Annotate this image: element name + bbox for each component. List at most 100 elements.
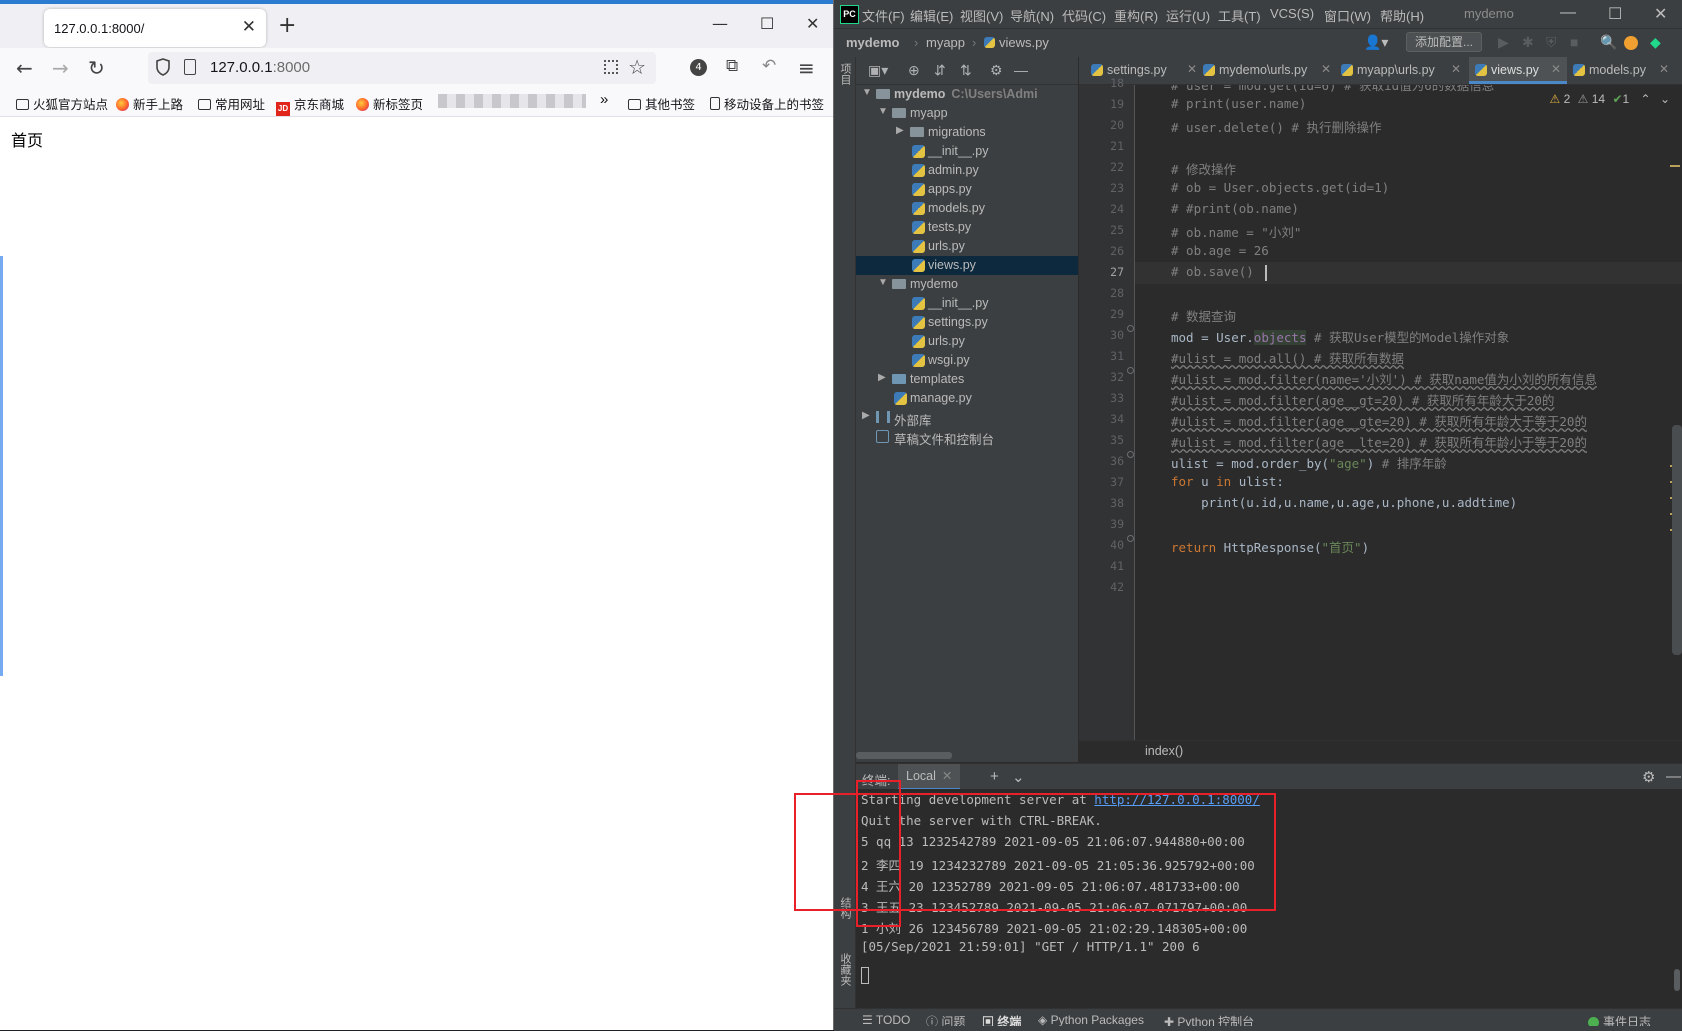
vertical-scrollbar[interactable] xyxy=(1672,425,1682,655)
terminal-scrollbar[interactable] xyxy=(1674,969,1680,991)
forward-icon[interactable]: → xyxy=(52,56,69,80)
chevron-down-icon[interactable]: ⌄ xyxy=(1012,768,1025,786)
bookmark-item[interactable]: 火狐官方站点 xyxy=(16,94,108,113)
close-tab-icon[interactable]: ✕ xyxy=(1659,62,1669,76)
url-bar[interactable]: 127.0.0.1:8000 ☆ xyxy=(148,52,656,84)
menu-window[interactable]: 窗口(W) xyxy=(1324,6,1371,25)
run-icon[interactable]: ▶ xyxy=(1498,34,1509,51)
nav-crumb-folder[interactable]: myapp xyxy=(926,35,965,50)
browser-tab[interactable]: 127.0.0.1:8000/ ✕ xyxy=(44,9,266,47)
maximize-icon[interactable]: ☐ xyxy=(760,14,774,33)
tool-project[interactable]: 项目 xyxy=(837,63,853,85)
gear-icon[interactable]: ⚙ xyxy=(990,62,1003,79)
fold-marker-icon[interactable] xyxy=(1127,451,1134,458)
tree-item-file[interactable]: tests.py xyxy=(856,218,1078,237)
menu-refactor[interactable]: 重构(R) xyxy=(1114,6,1158,25)
menu-icon[interactable]: ≡ xyxy=(798,56,815,80)
bookmark-item[interactable]: 新标签页 xyxy=(356,94,423,113)
bookmark-item[interactable]: 其他书签 xyxy=(628,94,695,113)
close-tab-icon[interactable]: ✕ xyxy=(1551,62,1561,76)
hide-panel-icon[interactable]: — xyxy=(1666,768,1681,785)
tree-item-file[interactable]: apps.py xyxy=(856,180,1078,199)
tree-item-scratches[interactable]: 草稿文件和控制台 xyxy=(856,427,1078,447)
tab-models[interactable]: models.py ✕ xyxy=(1573,57,1673,84)
blurred-bookmark[interactable] xyxy=(438,94,586,108)
close-tab-icon[interactable]: ✕ xyxy=(1321,62,1331,76)
tree-item-file[interactable]: urls.py xyxy=(856,332,1078,351)
nav-crumb-project[interactable]: mydemo xyxy=(846,35,899,50)
tool-python-packages[interactable]: ◈ Python Packages xyxy=(1038,1013,1144,1027)
close-window-icon[interactable]: ✕ xyxy=(806,14,819,33)
new-tab-icon[interactable]: + xyxy=(278,13,296,38)
tree-item-file[interactable]: settings.py xyxy=(856,313,1078,332)
tool-favorites[interactable]: 收藏夹 xyxy=(837,953,853,986)
url-text[interactable]: 127.0.0.1:8000 xyxy=(210,59,310,76)
bookmark-item[interactable]: 新手上路 xyxy=(116,94,183,113)
debug-icon[interactable]: ✱ xyxy=(1522,34,1534,51)
tree-item-folder[interactable]: ▶ migrations xyxy=(856,123,1078,142)
locate-icon[interactable]: ⊕ xyxy=(908,62,920,79)
bookmark-item[interactable]: 移动设备上的书签 xyxy=(710,94,824,113)
tree-item-file[interactable]: __init__.py xyxy=(856,142,1078,161)
tree-item-folder[interactable]: ▼ mydemo xyxy=(856,275,1078,294)
menu-edit[interactable]: 编辑(E) xyxy=(910,6,953,25)
fold-marker-icon[interactable] xyxy=(1127,367,1134,374)
collapse-all-icon[interactable]: ⇅ xyxy=(960,62,972,79)
tree-item-file[interactable]: __init__.py xyxy=(856,294,1078,313)
expand-all-icon[interactable]: ⇵ xyxy=(934,62,946,79)
menu-code[interactable]: 代码(C) xyxy=(1062,6,1106,25)
nav-crumb-file[interactable]: views.py xyxy=(984,35,1049,50)
gear-icon[interactable]: ⚙ xyxy=(1642,768,1655,786)
breadcrumb-function[interactable]: index() xyxy=(1145,744,1183,758)
back-icon[interactable]: ← xyxy=(16,56,33,80)
more-bookmarks-icon[interactable]: » xyxy=(600,91,608,108)
code-editor[interactable]: # user = mod.get(id=6) # 获取id值为6的数据信息 # … xyxy=(1135,85,1682,762)
tree-item-file[interactable]: admin.py xyxy=(856,161,1078,180)
panel-view-icon[interactable]: ▣▾ xyxy=(868,62,888,79)
tree-item-folder[interactable]: ▶ templates xyxy=(856,370,1078,389)
coverage-icon[interactable]: ⛨ xyxy=(1546,34,1557,51)
search-icon[interactable]: 🔍 xyxy=(1600,34,1617,51)
menu-help[interactable]: 帮助(H) xyxy=(1380,6,1424,25)
maximize-icon[interactable]: ☐ xyxy=(1608,4,1622,24)
tool-structure[interactable]: 结构 xyxy=(837,897,853,919)
bookmark-star-icon[interactable]: ☆ xyxy=(628,55,646,79)
bookmark-item[interactable]: JD 京东商城 xyxy=(276,94,344,116)
bookmark-item[interactable]: 常用网址 xyxy=(198,94,265,113)
extension-badge-icon[interactable]: 4 xyxy=(690,59,707,76)
tree-item-file-selected[interactable]: views.py xyxy=(856,256,1078,275)
tool-todo[interactable]: ☰ TODO xyxy=(862,1013,910,1027)
terminal-tab-local[interactable]: Local ✕ xyxy=(898,764,961,790)
menu-tools[interactable]: 工具(T) xyxy=(1218,6,1261,25)
tab-views[interactable]: views.py ✕ xyxy=(1469,57,1567,84)
horizontal-scrollbar[interactable] xyxy=(856,752,952,759)
inspection-widget[interactable]: ⚠ 2 ⚠ 14 ✔1 ⌃ ⌄ xyxy=(1549,92,1670,106)
tree-item-root[interactable]: ▼ mydemo C:\Users\Admi xyxy=(856,85,1078,104)
menu-file[interactable]: 文件(F) xyxy=(862,6,905,25)
tree-item-file[interactable]: manage.py xyxy=(856,389,1078,408)
tab-mydemo-urls[interactable]: mydemo\urls.py ✕ xyxy=(1203,57,1335,84)
fold-marker-icon[interactable] xyxy=(1127,325,1134,332)
close-tab-icon[interactable]: ✕ xyxy=(942,769,952,783)
add-terminal-icon[interactable]: + xyxy=(990,768,999,785)
close-tab-icon[interactable]: ✕ xyxy=(1187,62,1197,76)
update-icon[interactable] xyxy=(1624,36,1638,50)
stop-icon[interactable]: ■ xyxy=(1570,34,1578,50)
screenshot-crop-icon[interactable]: ⧉ xyxy=(726,56,738,76)
undo-icon[interactable]: ↶ xyxy=(762,56,776,76)
user-icon[interactable]: 👤▾ xyxy=(1364,34,1388,51)
chevron-down-icon[interactable]: ⌄ xyxy=(1660,92,1670,106)
menu-run[interactable]: 运行(U) xyxy=(1166,6,1210,25)
close-tab-icon[interactable]: ✕ xyxy=(1451,62,1461,76)
close-tab-icon[interactable]: ✕ xyxy=(242,17,256,37)
tree-item-libraries[interactable]: ▶ 外部库 xyxy=(856,408,1078,428)
tree-item-file[interactable]: urls.py xyxy=(856,237,1078,256)
plugin-icon[interactable]: ◆ xyxy=(1650,34,1661,51)
chevron-up-icon[interactable]: ⌃ xyxy=(1641,92,1651,106)
shield-icon[interactable] xyxy=(156,58,170,76)
fold-marker-icon[interactable] xyxy=(1127,535,1134,542)
page-info-icon[interactable] xyxy=(184,59,196,75)
tab-myapp-urls[interactable]: myapp\urls.py ✕ xyxy=(1341,57,1465,84)
server-link[interactable]: http://127.0.0.1:8000/ xyxy=(1094,792,1260,807)
close-window-icon[interactable]: ✕ xyxy=(1654,4,1667,24)
